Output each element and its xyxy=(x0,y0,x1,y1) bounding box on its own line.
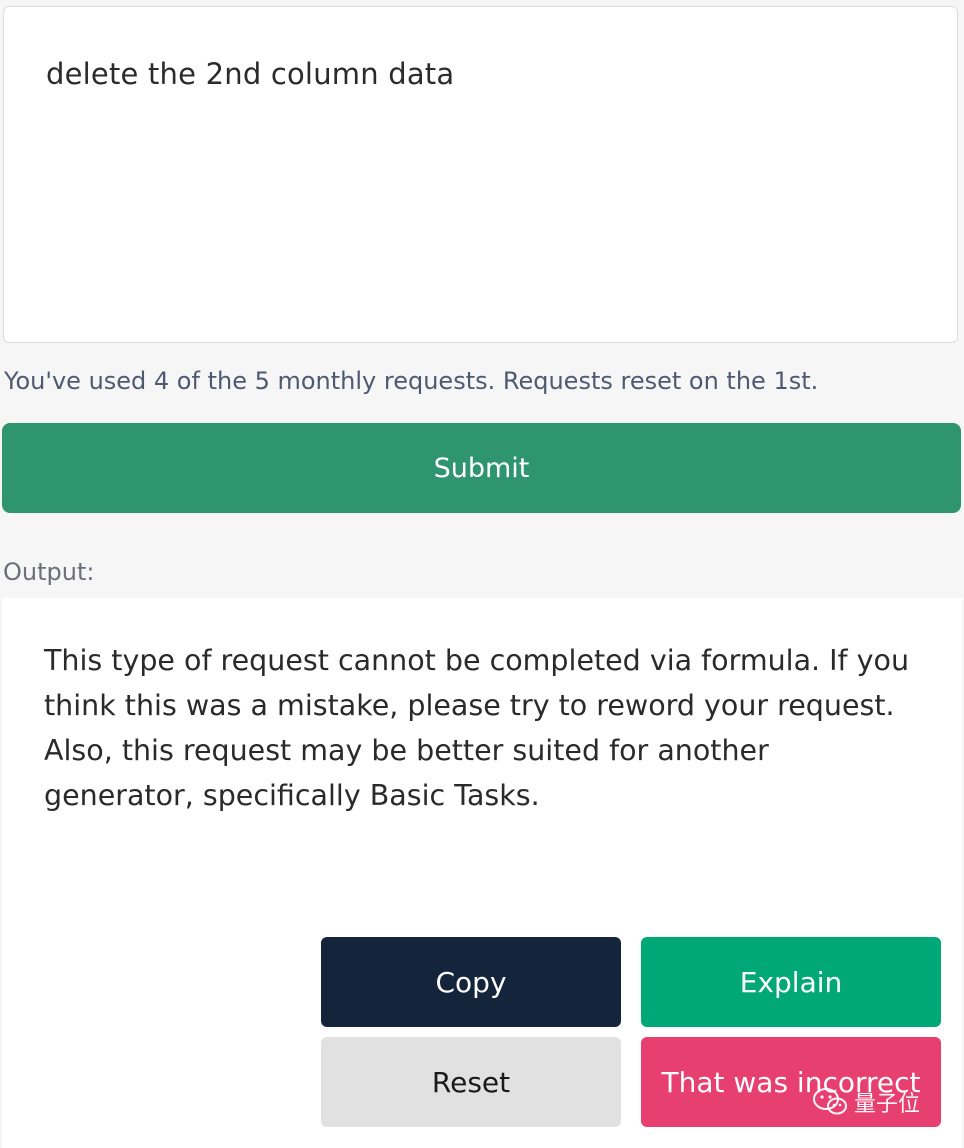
reset-button[interactable]: Reset xyxy=(321,1037,621,1127)
output-label: Output: xyxy=(3,558,95,586)
copy-button[interactable]: Copy xyxy=(321,937,621,1027)
watermark: 量子位 xyxy=(812,1086,920,1118)
output-panel: This type of request cannot be completed… xyxy=(2,598,962,1148)
usage-note: You've used 4 of the 5 monthly requests.… xyxy=(4,367,819,395)
wechat-icon xyxy=(813,1088,847,1115)
prompt-text: delete the 2nd column data xyxy=(46,57,455,91)
explain-button[interactable]: Explain xyxy=(641,937,941,1027)
output-text: This type of request cannot be completed… xyxy=(44,644,910,812)
watermark-text: 量子位 xyxy=(854,1092,921,1117)
formula-generator-page: delete the 2nd column data You've used 4… xyxy=(0,0,964,1148)
submit-button[interactable]: Submit xyxy=(2,423,961,513)
prompt-textarea[interactable]: delete the 2nd column data xyxy=(3,6,958,343)
